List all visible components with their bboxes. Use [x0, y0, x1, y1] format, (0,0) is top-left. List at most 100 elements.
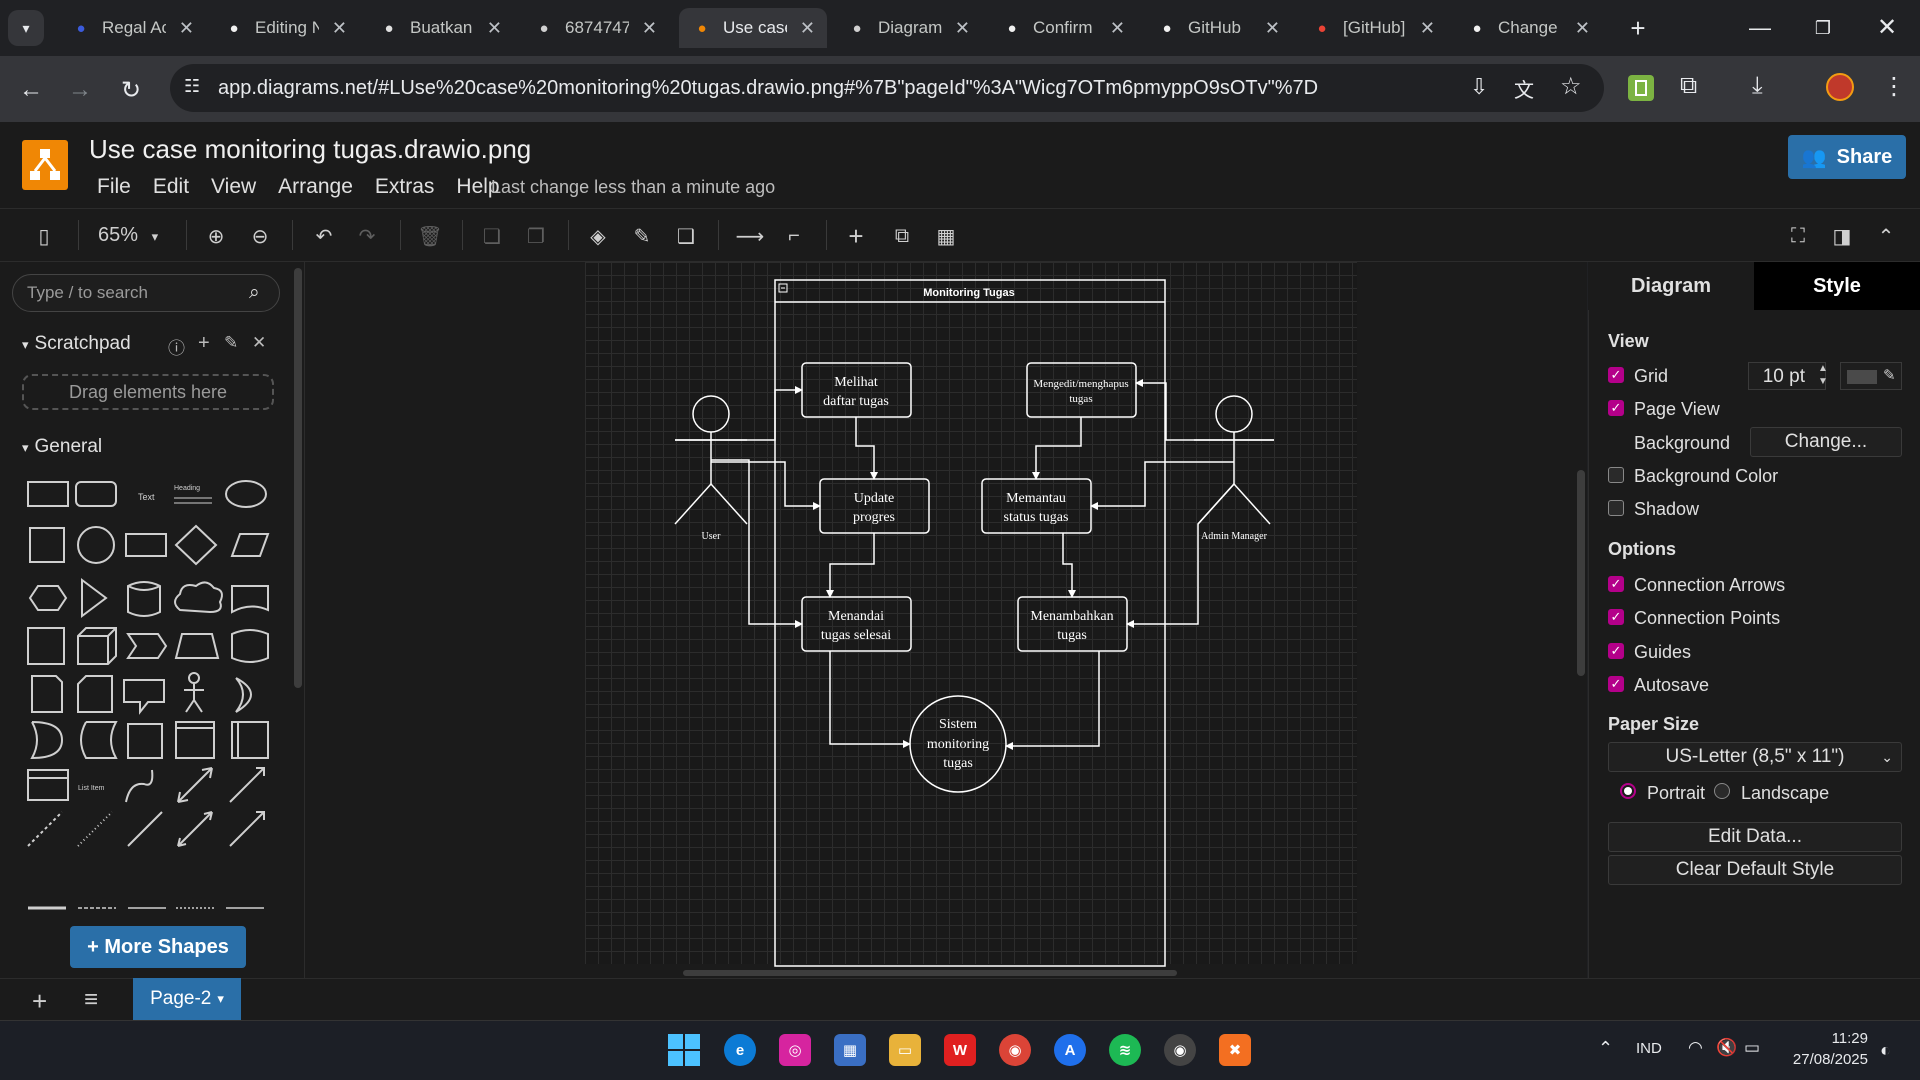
shape-container[interactable] [231, 721, 269, 759]
clear-default-style-button[interactable]: Clear Default Style [1608, 855, 1902, 885]
shape-card[interactable] [77, 675, 113, 713]
restore-button[interactable]: ❐ [1808, 14, 1838, 42]
browser-tab-8[interactable]: ● GitHub ✕ [1144, 8, 1292, 48]
connection-icon[interactable]: ⟶ [736, 222, 765, 250]
shape-tape[interactable] [231, 629, 269, 663]
language-indicator[interactable]: IND [1636, 1040, 1662, 1057]
shape-hexagon[interactable] [28, 585, 68, 611]
shape-rectangle[interactable] [27, 481, 69, 507]
instagram-icon[interactable]: ◎ [779, 1034, 811, 1066]
browser-tab-5[interactable]: ● Use case ✕ [679, 8, 827, 48]
close-tab-icon[interactable]: ✕ [1110, 18, 1125, 39]
scratchpad-add-icon[interactable]: + [198, 332, 210, 355]
waypoints-icon[interactable]: ⌐ [780, 222, 808, 250]
minimize-button[interactable]: — [1745, 14, 1775, 42]
add-page-icon[interactable]: + [32, 986, 47, 1017]
wps-icon[interactable]: W [944, 1034, 976, 1066]
battery-icon[interactable]: ▭ [1744, 1038, 1760, 1058]
downloads-icon[interactable]: ⤓ [1752, 72, 1763, 100]
diagram-canvas[interactable]: Monitoring Tugas User Admin Manager Meli… [305, 262, 1587, 978]
shape-search[interactable]: ⌕ [12, 274, 280, 312]
shape-frame[interactable] [175, 721, 215, 759]
scratchpad-header[interactable]: ▾ Scratchpad [22, 333, 131, 355]
collapse-icon[interactable]: ⌃ [1872, 222, 1900, 250]
speaker-muted-icon[interactable]: 🔇 [1716, 1038, 1737, 1058]
tab-diagram[interactable]: Diagram [1588, 262, 1754, 310]
pages-menu-icon[interactable]: ≡ [84, 986, 98, 1014]
new-tab-button[interactable]: + [1622, 12, 1654, 44]
shape-cloud[interactable] [174, 581, 223, 614]
general-header[interactable]: ▾ General [22, 436, 102, 458]
shape-bidirectional-connector[interactable] [177, 811, 213, 847]
translate-icon[interactable]: 文 [1514, 74, 1534, 103]
search-icon[interactable]: ⌕ [249, 282, 260, 304]
format-panel-icon[interactable]: ◨ [1828, 222, 1856, 250]
fullscreen-icon[interactable]: ⛶ [1784, 222, 1812, 250]
shadow-icon[interactable]: ❑ [672, 222, 700, 250]
paper-size-select[interactable]: US-Letter (8,5" x 11") ⌄ [1608, 742, 1902, 772]
shape-step[interactable] [126, 633, 168, 659]
browser-menu-icon[interactable]: ⋮ [1882, 72, 1906, 101]
shape-arrow[interactable] [229, 767, 265, 803]
to-front-icon[interactable]: ❏ [478, 222, 506, 250]
shape-internal-storage[interactable] [27, 627, 65, 665]
delete-icon[interactable]: 🗑 [416, 222, 444, 250]
clock-date[interactable]: 27/08/2025 [1778, 1051, 1868, 1068]
browser-tab-10[interactable]: ● Change ✕ [1454, 8, 1602, 48]
scratchpad-edit-icon[interactable]: ✎ [224, 333, 238, 353]
grid-color-swatch[interactable]: ✎ [1840, 362, 1902, 390]
actor-admin-manager[interactable] [1194, 395, 1274, 525]
share-button[interactable]: 👥 Share [1788, 135, 1906, 179]
edge-admin-edit[interactable] [1135, 379, 1274, 441]
shape-parallelogram[interactable] [230, 533, 270, 557]
background-color-checkbox[interactable] [1608, 467, 1624, 483]
shape-square-2[interactable] [127, 723, 163, 759]
shape-bidirectional-arrow[interactable] [177, 767, 213, 803]
edge-melihat-update[interactable] [855, 417, 878, 480]
edge-update-menandai[interactable] [826, 533, 875, 598]
menu-arrange[interactable]: Arrange [278, 175, 353, 199]
close-tab-icon[interactable]: ✕ [332, 18, 347, 39]
fill-color-icon[interactable]: ◈ [584, 222, 612, 250]
tray-chevron-icon[interactable]: ⌃ [1598, 1038, 1613, 1059]
notification-icon[interactable]: ◐ [1880, 1040, 1891, 1061]
redo-icon[interactable]: ↷ [353, 222, 381, 250]
table-icon[interactable]: ▦ [932, 222, 960, 250]
edge-menambahkan-sistem[interactable] [1005, 651, 1100, 750]
address-bar[interactable]: ☷ app.diagrams.net/#LUse%20case%20monito… [170, 64, 1604, 112]
grid-size-stepper[interactable]: ▲ ▼ [1818, 362, 1828, 388]
browser-tab-4[interactable]: ● 6874747 ✕ [521, 8, 669, 48]
browser-tab-3[interactable]: ● Buatkan ✕ [366, 8, 514, 48]
landscape-radio[interactable] [1714, 783, 1730, 799]
chrome-profile-icon[interactable]: ◉ [1164, 1034, 1196, 1066]
edge-user-update[interactable] [711, 461, 821, 510]
close-tab-icon[interactable]: ✕ [1265, 18, 1280, 39]
scratchpad-help-icon[interactable]: ⓘ [168, 334, 185, 359]
shape-directional-connector[interactable] [229, 811, 265, 847]
clock-time[interactable]: 11:29 [1818, 1030, 1868, 1047]
reload-button[interactable]: ↻ [114, 73, 148, 107]
undo-icon[interactable]: ↶ [310, 222, 338, 250]
edge-icon[interactable]: e [724, 1034, 756, 1066]
close-tab-icon[interactable]: ✕ [179, 18, 194, 39]
close-tab-icon[interactable]: ✕ [642, 18, 657, 39]
edge-admin-menambahkan[interactable] [1126, 483, 1235, 628]
tab-search-button[interactable]: ▾ [8, 10, 44, 46]
shape-square[interactable] [29, 527, 65, 563]
edge-admin-memantau[interactable] [1090, 461, 1234, 510]
shape-callout[interactable] [123, 679, 165, 715]
more-shapes-button[interactable]: + More Shapes [70, 926, 246, 968]
shape-document[interactable] [231, 585, 269, 614]
shape-or[interactable] [235, 677, 252, 713]
forward-button[interactable]: → [63, 73, 97, 107]
shape-diamond[interactable] [174, 524, 218, 566]
close-tab-icon[interactable]: ✕ [800, 18, 815, 39]
page-tab-page-2[interactable]: Page-2 ▾ [133, 978, 241, 1020]
insert-icon[interactable]: + [842, 221, 870, 251]
grid-size-input[interactable]: 10 pt [1748, 362, 1826, 390]
menu-extras[interactable]: Extras [375, 175, 435, 199]
usecase-mengedit-menghapus-tugas[interactable] [1026, 362, 1137, 418]
shape-list-item[interactable]: List Item [78, 785, 105, 792]
shape-actor[interactable] [184, 672, 204, 713]
close-window-button[interactable]: ✕ [1872, 12, 1902, 42]
